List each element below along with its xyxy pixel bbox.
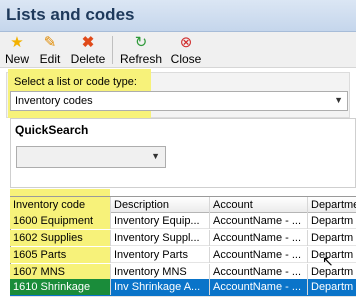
cell-description: Inventory MNS bbox=[111, 264, 210, 280]
column-header-account[interactable]: Account bbox=[210, 197, 308, 213]
cell-department: Departm bbox=[311, 215, 354, 227]
chevron-down-icon[interactable]: ▼ bbox=[151, 151, 160, 161]
cell-description: Inventory Suppl... bbox=[111, 230, 210, 246]
cell-account: AccountName - ... bbox=[210, 213, 308, 229]
x-icon: ✖ bbox=[81, 34, 95, 51]
delete-label: Delete bbox=[70, 52, 106, 66]
refresh-icon: ↻ bbox=[134, 34, 148, 51]
type-selector-label: Select a list or code type: bbox=[14, 76, 137, 88]
cell-description: Inventory Parts bbox=[111, 247, 210, 263]
table-row[interactable]: 1605 Parts Inventory Parts AccountName -… bbox=[10, 247, 356, 263]
window-title: Lists and codes bbox=[6, 5, 135, 24]
title-bar: Lists and codes bbox=[0, 0, 356, 32]
table-row-selected[interactable]: 1610 Shrinkage Inv Shrinkage A... Accoun… bbox=[10, 279, 356, 297]
cell-description: Inventory Equip... bbox=[111, 213, 210, 229]
pencil-icon: ✎ bbox=[43, 34, 57, 51]
cell-inventory-code: 1605 Parts bbox=[10, 247, 111, 263]
edit-button[interactable]: ✎ Edit bbox=[36, 33, 64, 67]
table-row[interactable]: 1602 Supplies Inventory Suppl... Account… bbox=[10, 230, 356, 246]
mouse-cursor-icon: ↖ bbox=[322, 253, 334, 269]
cell-inventory-code: 1607 MNS bbox=[10, 264, 111, 280]
star-icon: ★ bbox=[10, 34, 24, 51]
new-label: New bbox=[4, 52, 29, 66]
quicksearch-label: QuickSearch bbox=[15, 123, 89, 137]
close-label: Close bbox=[170, 52, 202, 66]
close-icon: ⊗ bbox=[179, 34, 193, 51]
cell-account: AccountName - ... bbox=[210, 230, 308, 246]
column-header-inventory-code[interactable]: Inventory code bbox=[10, 197, 111, 213]
cell-account: AccountName - ... bbox=[210, 247, 308, 263]
chevron-down-icon[interactable]: ▼ bbox=[334, 95, 343, 105]
refresh-button[interactable]: ↻ Refresh bbox=[118, 33, 164, 67]
table-row[interactable]: 1607 MNS Inventory MNS AccountName - ...… bbox=[10, 264, 356, 280]
type-selector-dropdown[interactable]: Inventory codes ▼ bbox=[10, 91, 348, 111]
table-row[interactable]: 1600 Equipment Inventory Equip... Accoun… bbox=[10, 213, 356, 229]
toolbar-separator bbox=[112, 36, 113, 64]
delete-button[interactable]: ✖ Delete bbox=[68, 33, 108, 67]
cell-department: Departm bbox=[311, 281, 354, 293]
grid-header: Inventory code Description Account Depar… bbox=[10, 197, 356, 213]
refresh-label: Refresh bbox=[119, 52, 163, 66]
column-header-department[interactable]: Departme bbox=[308, 197, 356, 213]
edit-label: Edit bbox=[39, 52, 61, 66]
close-button[interactable]: ⊗ Close bbox=[168, 33, 204, 67]
cell-account: AccountName - ... bbox=[210, 264, 308, 280]
cell-department: Departm bbox=[311, 232, 354, 244]
cell-description: Inv Shrinkage A... bbox=[111, 279, 210, 295]
cell-account: AccountName - ... bbox=[210, 279, 308, 295]
cell-inventory-code: 1602 Supplies bbox=[10, 230, 111, 246]
type-selector-value: Inventory codes bbox=[15, 95, 93, 107]
toolbar: ★ New ✎ Edit ✖ Delete ↻ Refresh ⊗ Close bbox=[0, 32, 356, 68]
cell-inventory-code: 1610 Shrinkage bbox=[10, 279, 111, 295]
new-button[interactable]: ★ New bbox=[3, 33, 31, 67]
quicksearch-dropdown[interactable]: ▼ bbox=[16, 146, 166, 168]
column-header-description[interactable]: Description bbox=[111, 197, 210, 213]
cell-inventory-code: 1600 Equipment bbox=[10, 213, 111, 229]
